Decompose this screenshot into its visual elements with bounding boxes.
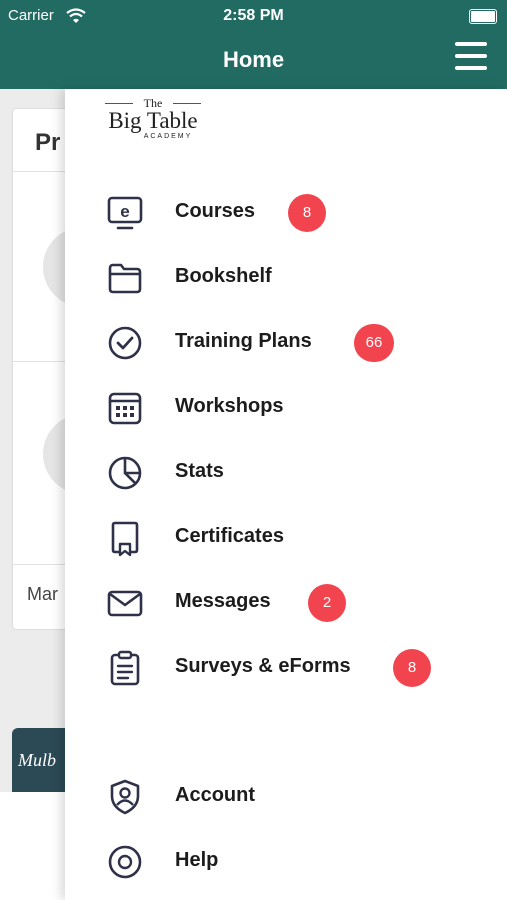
- menu-item-label: Training Plans: [175, 330, 312, 352]
- menu-item-label: Stats: [175, 460, 224, 482]
- certificate-icon: [111, 521, 139, 557]
- checkmark-circle-icon: [108, 326, 142, 360]
- menu-item-surveys-eforms[interactable]: Surveys & eForms 8: [65, 637, 507, 693]
- menu-item-label: Certificates: [175, 525, 284, 547]
- svg-text:e: e: [120, 202, 129, 221]
- calendar-icon: [108, 392, 142, 425]
- menu-item-label: Messages: [175, 590, 271, 612]
- thumbnail-text: Mulb: [18, 750, 56, 770]
- menu-item-label: Bookshelf: [175, 265, 272, 287]
- logo-academy: ACADEMY: [143, 133, 193, 140]
- pie-chart-icon: [108, 456, 142, 490]
- clipboard-icon: [110, 650, 140, 686]
- logo-the: The: [103, 97, 203, 109]
- status-bar: Carrier 2:58 PM: [0, 0, 507, 32]
- training-plans-count-badge: 66: [354, 324, 394, 362]
- messages-count-badge: 2: [308, 584, 346, 622]
- menu-item-workshops[interactable]: Workshops: [65, 377, 507, 433]
- courses-icon: e: [107, 196, 143, 230]
- menu-item-label: Account: [175, 784, 255, 806]
- menu-item-stats[interactable]: Stats: [65, 442, 507, 498]
- page-title: Home: [222, 47, 285, 72]
- courses-count-badge: 8: [288, 194, 326, 232]
- background-card-label: Mar: [27, 584, 58, 604]
- user-shield-icon: [110, 779, 140, 815]
- folder-icon: [108, 263, 142, 294]
- side-drawer: The Big Table ACADEMY e Courses 8 Booksh…: [65, 89, 507, 900]
- envelope-icon: [107, 590, 143, 617]
- menu-item-label: Workshops: [175, 395, 284, 417]
- menu-item-account[interactable]: Account: [65, 766, 507, 822]
- menu-item-label: Surveys & eForms: [175, 655, 351, 677]
- help-icon: [108, 845, 142, 879]
- background-card-title: Pr: [35, 129, 61, 156]
- clock: 2:58 PM: [223, 7, 284, 24]
- menu-item-certificates[interactable]: Certificates: [65, 507, 507, 563]
- logo-name: Big Table: [108, 108, 198, 133]
- top-navbar: Home: [0, 32, 507, 89]
- surveys-count-badge: 8: [393, 649, 431, 687]
- battery-icon: [469, 9, 497, 24]
- menu-item-courses[interactable]: e Courses 8: [65, 182, 507, 238]
- menu-item-training-plans[interactable]: Training Plans 66: [65, 312, 507, 368]
- menu-item-bookshelf[interactable]: Bookshelf: [65, 247, 507, 303]
- menu-item-label: Help: [175, 849, 219, 871]
- big-table-academy-logo: The Big Table ACADEMY: [103, 97, 203, 143]
- hamburger-menu-icon[interactable]: [455, 42, 487, 74]
- menu-item-messages[interactable]: Messages 2: [65, 572, 507, 628]
- menu-item-label: Courses: [175, 200, 256, 222]
- menu-item-help[interactable]: Help: [65, 831, 507, 887]
